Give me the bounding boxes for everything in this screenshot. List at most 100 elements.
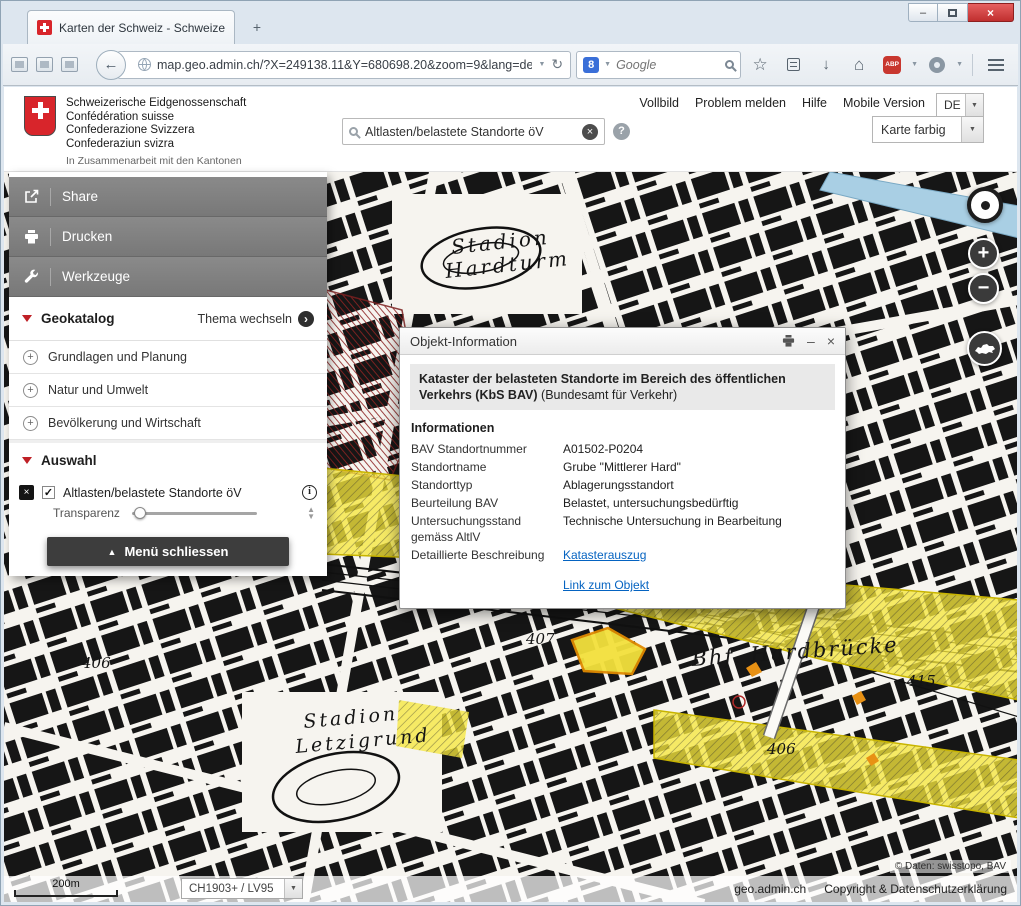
bookmarks-panel-icon[interactable]: [779, 52, 807, 78]
bookmark-star-icon[interactable]: ☆: [746, 52, 774, 78]
sidebar-item-label: Drucken: [62, 229, 112, 244]
copyright-link[interactable]: Copyright & Datenschutzerklärung: [824, 882, 1007, 896]
layer-info-icon[interactable]: i: [302, 485, 317, 500]
printer-icon: [24, 230, 39, 244]
map-search-bar[interactable]: ×: [342, 118, 605, 145]
geokatalog-header[interactable]: Geokatalog Thema wechseln ›: [9, 297, 327, 341]
info-row: Untersuchungsstand gemäss AltlV Technisc…: [410, 513, 835, 545]
adblock-caret-icon[interactable]: ▼: [911, 61, 918, 68]
katasterauszug-link[interactable]: Katasterauszug: [563, 547, 646, 563]
sidebar-item-label: Werkzeuge: [62, 269, 130, 284]
sidebar-item-drucken[interactable]: Drucken: [9, 217, 327, 257]
expand-icon[interactable]: +: [23, 350, 38, 365]
slider-knob[interactable]: [134, 507, 146, 519]
popup-close-button[interactable]: ×: [827, 334, 835, 348]
info-value: Belastet, untersuchungsbedürftig: [563, 495, 738, 511]
close-menu-label: Menü schliessen: [124, 544, 228, 559]
move-layer-down-icon[interactable]: ▼: [307, 513, 315, 520]
bookmarks-icon: [787, 58, 800, 71]
minimize-button[interactable]: –: [908, 3, 938, 22]
url-dropdown-icon[interactable]: ▼: [538, 61, 545, 68]
layer-checkbox[interactable]: ✓: [42, 486, 55, 499]
geoadmin-link[interactable]: geo.admin.ch: [734, 882, 806, 896]
toolbar-shortcut-icon[interactable]: [61, 57, 78, 72]
navigation-toolbar: ← map.geo.admin.ch/?X=249138.11&Y=680698…: [3, 44, 1018, 86]
info-label: Untersuchungsstand gemäss AltlV: [411, 513, 563, 545]
expand-icon[interactable]: +: [23, 383, 38, 398]
scale-bar: 200m: [14, 878, 118, 897]
browser-tab[interactable]: Karten der Schweiz - Schweize...: [27, 10, 235, 44]
link-vollbild[interactable]: Vollbild: [639, 96, 679, 110]
close-button[interactable]: ×: [968, 3, 1014, 22]
search-engine-caret-icon[interactable]: ▼: [604, 61, 611, 68]
search-go-icon[interactable]: [725, 60, 734, 69]
catalog-item-natur[interactable]: + Natur und Umwelt: [9, 374, 327, 407]
projection-select[interactable]: CH1903+ / LV95 ▼: [181, 878, 303, 899]
zoom-out-button[interactable]: −: [968, 273, 999, 304]
clear-search-button[interactable]: ×: [582, 124, 598, 140]
popup-minimize-button[interactable]: –: [807, 334, 815, 348]
popup-body: Kataster der belasteten Standorte im Ber…: [400, 355, 845, 608]
reload-icon[interactable]: ↻: [551, 56, 563, 73]
back-button[interactable]: ←: [96, 50, 126, 80]
url-bar[interactable]: map.geo.admin.ch/?X=249138.11&Y=680698.2…: [117, 51, 571, 79]
language-select[interactable]: DE ▼: [936, 93, 984, 117]
auswahl-title: Auswahl: [41, 453, 97, 468]
home-icon[interactable]: ⌂: [845, 52, 873, 78]
menu-divider: [50, 228, 51, 246]
basemap-select[interactable]: Karte farbig ▼: [872, 116, 984, 143]
toolbar-shortcut-icon[interactable]: [36, 57, 53, 72]
swiss-confederation-logo-icon: [24, 96, 56, 136]
dataset-publisher: (Bundesamt für Verkehr): [541, 388, 677, 402]
search-help-button[interactable]: ?: [613, 123, 630, 140]
toolbar-shortcut-icon[interactable]: [11, 57, 28, 72]
catalog-item-bevoelkerung[interactable]: + Bevölkerung und Wirtschaft: [9, 407, 327, 440]
info-row: Detaillierte Beschreibung Katasterauszug: [410, 547, 835, 563]
titlebar[interactable]: Karten der Schweiz - Schweize... + – ×: [3, 3, 1018, 44]
site-header: Schweizerische Eidgenossenschaft Confédé…: [4, 87, 1017, 172]
layer-order-arrows[interactable]: ▲ ▼: [307, 506, 315, 520]
close-menu-button[interactable]: ▲ Menü schliessen: [47, 537, 289, 566]
geokatalog-title: Geokatalog: [41, 311, 115, 326]
web-search-input[interactable]: [616, 58, 720, 72]
info-label: Detaillierte Beschreibung: [411, 547, 563, 563]
popup-print-button[interactable]: [782, 335, 795, 347]
catalog-item-grundlagen[interactable]: + Grundlagen und Planung: [9, 341, 327, 374]
popup-header[interactable]: Objekt-Information – ×: [400, 328, 845, 355]
collapse-caret-icon: [22, 315, 32, 322]
transparency-slider[interactable]: [132, 512, 257, 515]
addon-caret-icon[interactable]: ▼: [956, 61, 963, 68]
link-mobile-version[interactable]: Mobile Version: [843, 96, 925, 110]
web-search-box[interactable]: 8 ▼: [576, 51, 741, 79]
map-search-input[interactable]: [365, 125, 575, 139]
info-value: Ablagerungsstandort: [563, 477, 674, 493]
popup-title: Objekt-Information: [410, 334, 770, 349]
link-zum-objekt[interactable]: Link zum Objekt: [563, 577, 649, 593]
sidebar-item-werkzeuge[interactable]: Werkzeuge: [9, 257, 327, 297]
thema-wechseln-link[interactable]: Thema wechseln ›: [198, 311, 315, 327]
toolbar-separator: [972, 54, 973, 76]
geolocation-button[interactable]: [967, 187, 1003, 223]
link-problem-melden[interactable]: Problem melden: [695, 96, 786, 110]
addon-button[interactable]: [923, 52, 951, 78]
info-label: Standortname: [411, 459, 563, 475]
default-extent-button[interactable]: [967, 331, 1002, 366]
remove-layer-button[interactable]: ×: [19, 485, 34, 500]
window-controls: – ×: [908, 3, 1014, 22]
downloads-icon[interactable]: ↓: [812, 52, 840, 78]
adblock-button[interactable]: ABP: [878, 52, 906, 78]
menu-button[interactable]: [982, 52, 1010, 78]
url-text[interactable]: map.geo.admin.ch/?X=249138.11&Y=680698.2…: [157, 58, 532, 72]
tab-title: Karten der Schweiz - Schweize...: [59, 21, 225, 35]
link-hilfe[interactable]: Hilfe: [802, 96, 827, 110]
layer-row: × ✓ Altlasten/belastete Standorte öV i: [9, 478, 327, 503]
zoom-in-button[interactable]: +: [968, 238, 999, 269]
auswahl-header[interactable]: Auswahl: [9, 440, 327, 478]
google-icon[interactable]: 8: [583, 57, 599, 73]
map-attribution: © Daten: swisstopo, BAV: [890, 860, 1011, 873]
expand-icon[interactable]: +: [23, 416, 38, 431]
new-tab-button[interactable]: +: [245, 17, 269, 37]
object-information-popup: Objekt-Information – × Kataster der bela…: [399, 327, 846, 609]
sidebar-item-share[interactable]: Share: [9, 177, 327, 217]
maximize-button[interactable]: [938, 3, 968, 22]
